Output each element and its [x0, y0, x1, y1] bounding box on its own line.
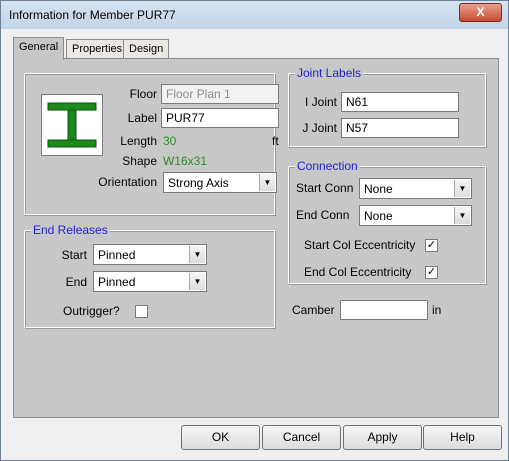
end-releases-title: End Releases — [31, 223, 110, 237]
length-unit: ft — [272, 134, 279, 148]
tab-design[interactable]: Design — [123, 39, 170, 59]
title-bar: Information for Member PUR77 X — [1, 1, 508, 29]
label-field[interactable]: PUR77 — [161, 108, 279, 128]
wide-flange-beam-icon — [41, 94, 103, 156]
orientation-select[interactable]: Strong Axis ▼ — [163, 172, 277, 193]
start-release-label: Start — [61, 248, 87, 262]
ok-button[interactable]: OK — [181, 425, 260, 450]
start-release-select[interactable]: Pinned ▼ — [93, 244, 207, 265]
chevron-down-icon[interactable]: ▼ — [454, 180, 470, 197]
start-conn-value: None — [364, 182, 393, 196]
outrigger-label: Outrigger? — [63, 304, 120, 318]
close-button[interactable]: X — [459, 3, 502, 22]
member-info-dialog: Information for Member PUR77 X General P… — [0, 0, 509, 461]
end-col-ecc-label: End Col Eccentricity — [304, 265, 412, 279]
member-info-group: Floor Floor Plan 1 Label PUR77 Length 30… — [24, 73, 279, 215]
shape-label: Shape — [122, 154, 157, 168]
end-conn-value: None — [364, 209, 393, 223]
outrigger-checkbox[interactable] — [135, 305, 148, 318]
camber-unit: in — [432, 303, 442, 317]
end-release-label: End — [65, 275, 87, 289]
cancel-button[interactable]: Cancel — [262, 425, 341, 450]
chevron-down-icon[interactable]: ▼ — [454, 207, 470, 224]
chevron-down-icon[interactable]: ▼ — [189, 246, 205, 263]
i-joint-field[interactable]: N61 — [341, 92, 459, 112]
start-col-ecc-label: Start Col Eccentricity — [304, 238, 416, 252]
check-icon: ✓ — [426, 266, 437, 278]
start-conn-label: Start Conn — [296, 181, 354, 195]
apply-button[interactable]: Apply — [343, 425, 422, 450]
end-release-value: Pinned — [98, 275, 136, 289]
help-button[interactable]: Help — [423, 425, 502, 450]
tab-general[interactable]: General — [13, 37, 65, 60]
label-label: Label — [127, 111, 157, 125]
start-conn-select[interactable]: None ▼ — [359, 178, 472, 199]
chevron-down-icon[interactable]: ▼ — [189, 273, 205, 290]
orientation-label: Orientation — [98, 175, 157, 189]
end-conn-label: End Conn — [296, 208, 350, 222]
length-label: Length — [120, 134, 157, 148]
window-title: Information for Member PUR77 — [9, 8, 176, 22]
i-joint-label: I Joint — [304, 95, 337, 109]
check-icon: ✓ — [426, 239, 437, 251]
camber-field[interactable] — [340, 300, 428, 320]
start-col-ecc-checkbox[interactable]: ✓ — [425, 239, 438, 252]
orientation-value: Strong Axis — [168, 176, 229, 190]
connection-group: Connection Start Conn None ▼ End Conn No… — [288, 159, 486, 284]
floor-field: Floor Plan 1 — [161, 84, 279, 104]
length-value: 30 — [163, 134, 177, 148]
start-release-value: Pinned — [98, 248, 136, 262]
j-joint-label: J Joint — [302, 121, 337, 135]
j-joint-field[interactable]: N57 — [341, 118, 459, 138]
chevron-down-icon[interactable]: ▼ — [259, 174, 275, 191]
general-tab-panel: Floor Floor Plan 1 Label PUR77 Length 30… — [13, 58, 499, 418]
end-releases-group: End Releases Start Pinned ▼ End Pinned ▼… — [24, 223, 275, 328]
tab-properties[interactable]: Properties — [66, 39, 129, 59]
joint-labels-group: Joint Labels I Joint N61 J Joint N57 — [288, 66, 486, 147]
camber-label: Camber — [292, 303, 335, 317]
shape-value: W16x31 — [163, 154, 208, 168]
end-col-ecc-checkbox[interactable]: ✓ — [425, 266, 438, 279]
connection-title: Connection — [295, 159, 360, 173]
end-release-select[interactable]: Pinned ▼ — [93, 271, 207, 292]
floor-label: Floor — [129, 87, 157, 101]
joint-labels-title: Joint Labels — [295, 66, 364, 80]
end-conn-select[interactable]: None ▼ — [359, 205, 472, 226]
